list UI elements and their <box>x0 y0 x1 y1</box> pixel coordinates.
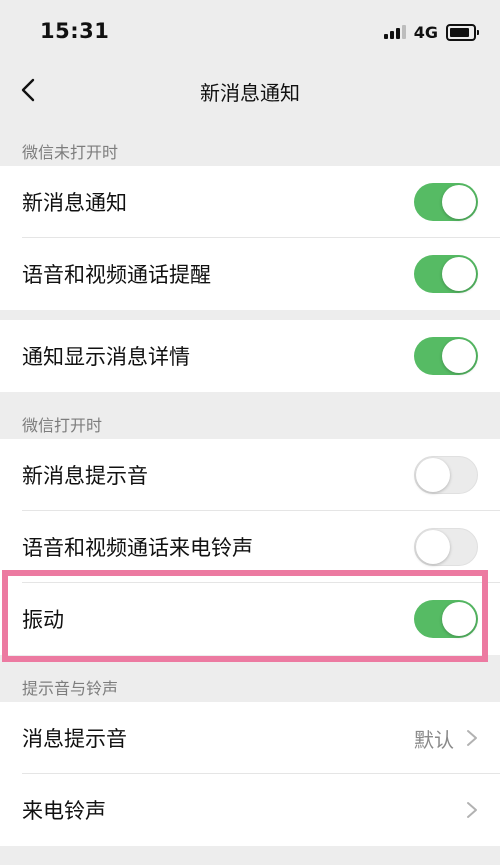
new-message-sound-switch[interactable] <box>414 456 478 494</box>
network-type: 4G <box>413 22 438 42</box>
voice-video-reminder-switch[interactable] <box>414 255 478 293</box>
switch-knob <box>416 530 450 564</box>
row-message-tone[interactable]: 消息提示音 默认 <box>0 702 500 774</box>
switch-knob <box>442 339 476 373</box>
show-details-switch[interactable] <box>414 337 478 375</box>
page-title: 新消息通知 <box>200 81 300 105</box>
chevron-right-icon <box>467 802 477 818</box>
row-label: 新消息通知 <box>22 191 127 215</box>
row-label: 语音和视频通话来电铃声 <box>22 536 253 560</box>
row-show-details: 通知显示消息详情 <box>0 320 500 392</box>
row-label: 来电铃声 <box>22 799 106 823</box>
voice-video-ringtone-switch[interactable] <box>414 528 478 566</box>
row-vibration: 振动 <box>0 583 500 655</box>
message-tone-value: 默认 <box>414 727 454 752</box>
switch-knob <box>416 458 450 492</box>
switch-knob <box>442 257 476 291</box>
row-label: 通知显示消息详情 <box>22 345 190 369</box>
group-details: 通知显示消息详情 <box>0 320 500 392</box>
status-indicators: 4G <box>383 22 479 42</box>
new-message-notify-switch[interactable] <box>414 183 478 221</box>
section-label-closed: 微信未打开时 <box>22 143 119 162</box>
row-label: 振动 <box>22 608 64 632</box>
signal-icon <box>383 25 406 39</box>
group-open: 新消息提示音 语音和视频通话来电铃声 振动 <box>0 439 500 655</box>
row-new-message-sound: 新消息提示音 <box>0 439 500 511</box>
section-label-open: 微信打开时 <box>22 416 103 435</box>
nav-bar: 新消息通知 <box>0 64 500 116</box>
chevron-right-icon <box>467 730 477 746</box>
status-bar: 15:31 4G <box>0 0 500 64</box>
group-closed: 新消息通知 语音和视频通话提醒 <box>0 166 500 310</box>
switch-knob <box>442 602 476 636</box>
row-voice-video-reminder: 语音和视频通话提醒 <box>0 238 500 310</box>
row-label: 语音和视频通话提醒 <box>22 263 211 287</box>
row-label: 消息提示音 <box>22 727 127 751</box>
switch-knob <box>442 185 476 219</box>
row-incoming-ringtone[interactable]: 来电铃声 <box>0 774 500 846</box>
battery-icon <box>446 23 479 41</box>
section-label-sounds: 提示音与铃声 <box>22 679 119 698</box>
vibration-switch[interactable] <box>414 600 478 638</box>
row-voice-video-ringtone: 语音和视频通话来电铃声 <box>0 511 500 583</box>
group-sounds: 消息提示音 默认 来电铃声 <box>0 702 500 846</box>
row-label: 新消息提示音 <box>22 464 148 488</box>
status-time: 15:31 <box>40 19 110 43</box>
row-new-message-notify: 新消息通知 <box>0 166 500 238</box>
